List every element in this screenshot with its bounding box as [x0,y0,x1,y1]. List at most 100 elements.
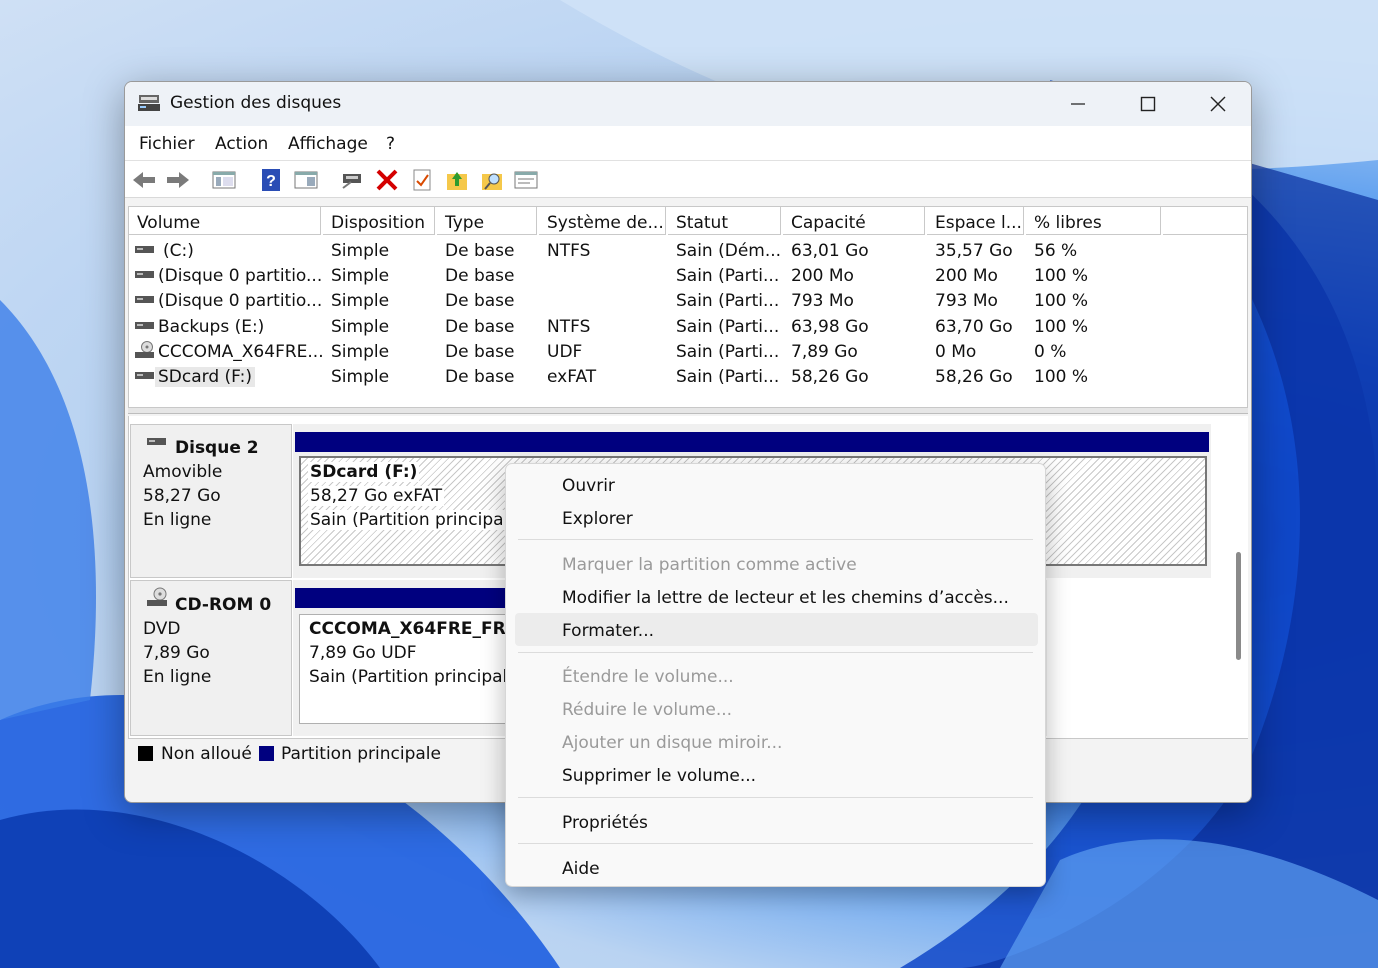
cell-filesystem: NTFS [547,317,591,337]
show-pane-icon[interactable] [293,168,319,192]
menu-item-properties[interactable]: Propriétés [562,813,648,833]
context-menu: Ouvrir Explorer Marquer la partition com… [505,463,1046,887]
cell-capacity: 58,26 Go [791,367,869,387]
table-row[interactable]: CCCOMA_X64FRE... Simple De base UDF Sain… [129,339,1247,364]
cell-volume: (C:) [163,241,194,261]
cell-disposition: Simple [331,241,390,261]
menu-fichier[interactable]: Fichier [139,134,195,154]
properties-icon[interactable] [513,168,539,192]
column-header-free-space[interactable]: Espace l... [927,207,1024,235]
disk-icon [147,438,166,445]
menu-item-format[interactable]: Formater... [562,621,654,641]
cell-free-space: 0 Mo [935,342,977,362]
column-header-type[interactable]: Type [437,207,537,235]
cell-capacity: 200 Mo [791,266,854,286]
disk-2-info[interactable]: Disque 2 Amovible 58,27 Go En ligne [130,424,292,578]
column-header-percent-free[interactable]: % libres [1026,207,1161,235]
delete-icon[interactable] [374,168,400,192]
cell-capacity: 63,98 Go [791,317,869,337]
cell-percent-free: 100 % [1034,266,1089,286]
cell-status: Sain (Dém... [676,241,782,261]
unallocated-swatch [138,746,153,761]
cell-disposition: Simple [331,266,390,286]
help-icon[interactable]: ? [258,168,284,192]
menu-item-explore[interactable]: Explorer [562,509,633,529]
check-icon[interactable] [409,168,435,192]
cell-disposition: Simple [331,317,390,337]
close-button[interactable] [1183,82,1251,126]
drive-icon [135,372,154,379]
cd-icon [135,341,154,358]
table-row[interactable]: SDcard (F:) Simple De base exFAT Sain (P… [129,364,1247,389]
back-icon[interactable] [131,168,157,192]
primary-partition-bar [295,432,1209,452]
menu-item-open[interactable]: Ouvrir [562,476,615,496]
volume-status: Sain (Partition principale) [308,510,528,530]
menu-item-delete-volume[interactable]: Supprimer le volume... [562,766,756,786]
primary-partition-swatch [259,746,274,761]
cell-type: De base [445,342,515,362]
cell-free-space: 63,70 Go [935,317,1013,337]
pane-splitter[interactable] [128,408,1248,414]
cell-free-space: 793 Mo [935,291,998,311]
disk-management-app-icon [138,95,160,111]
menu-affichage[interactable]: Affichage [288,134,368,154]
search-folder-icon[interactable] [479,168,505,192]
volume-name: SDcard (F:) [308,462,420,482]
up-folder-icon[interactable] [444,168,470,192]
menu-item-add-mirror[interactable]: Ajouter un disque miroir... [562,733,782,753]
column-header-capacity[interactable]: Capacité [783,207,925,235]
title-bar[interactable]: Gestion des disques [125,82,1251,126]
cell-disposition: Simple [331,342,390,362]
disk-name: Disque 2 [175,438,259,458]
cell-percent-free: 56 % [1034,241,1078,261]
legend-unallocated: Non alloué [161,744,252,764]
drive-icon [135,271,154,278]
menu-item-extend-volume[interactable]: Étendre le volume... [562,667,734,687]
maximize-icon [1140,96,1156,112]
menu-item-change-drive-letter[interactable]: Modifier la lettre de lecteur et les che… [562,588,1009,608]
cell-type: De base [445,367,515,387]
connect-icon[interactable] [339,168,365,192]
maximize-button[interactable] [1113,82,1183,126]
cell-status: Sain (Parti... [676,317,780,337]
cell-volume: CCCOMA_X64FRE... [158,342,324,362]
vertical-scrollbar[interactable] [1236,552,1241,660]
forward-icon[interactable] [165,168,191,192]
volume-list[interactable]: Volume Disposition Type Système de... St… [128,206,1248,408]
cell-percent-free: 100 % [1034,367,1089,387]
minimize-button[interactable] [1043,82,1113,126]
table-row[interactable]: (Disque 0 partitio... Simple De base Sai… [129,263,1247,288]
cell-filesystem: exFAT [547,367,597,387]
menu-item-shrink-volume[interactable]: Réduire le volume... [562,700,732,720]
table-row[interactable]: Backups (E:) Simple De base NTFS Sain (P… [129,314,1247,339]
menu-separator [518,797,1033,798]
menu-action[interactable]: Action [215,134,268,154]
column-header-status[interactable]: Statut [668,207,781,235]
svg-text:?: ? [266,173,276,190]
column-header-filesystem[interactable]: Système de... [539,207,666,235]
table-row[interactable]: (C:) Simple De base NTFS Sain (Dém... 63… [129,238,1247,263]
cell-status: Sain (Parti... [676,367,780,387]
volume-status: Sain (Partition principale) [307,667,527,687]
column-header-volume[interactable]: Volume [129,207,321,235]
drive-icon [135,246,154,253]
cell-filesystem: UDF [547,342,583,362]
menu-item-mark-active[interactable]: Marquer la partition comme active [562,555,857,575]
table-row[interactable]: (Disque 0 partitio... Simple De base Sai… [129,288,1247,313]
disk-size: 7,89 Go [143,643,210,663]
menu-help[interactable]: ? [386,134,395,154]
cell-filesystem: NTFS [547,241,591,261]
console-tree-icon[interactable] [211,168,237,192]
column-header-disposition[interactable]: Disposition [323,207,435,235]
cell-percent-free: 0 % [1034,342,1067,362]
cell-percent-free: 100 % [1034,317,1089,337]
cdrom-0-info[interactable]: CD-ROM 0 DVD 7,89 Go En ligne [130,580,292,736]
cell-free-space: 35,57 Go [935,241,1013,261]
volume-size: 7,89 Go UDF [307,643,419,663]
menu-separator [518,843,1033,844]
cell-percent-free: 100 % [1034,291,1089,311]
disk-size: 58,27 Go [143,486,221,506]
menu-item-help[interactable]: Aide [562,859,600,879]
menu-separator [518,539,1033,540]
